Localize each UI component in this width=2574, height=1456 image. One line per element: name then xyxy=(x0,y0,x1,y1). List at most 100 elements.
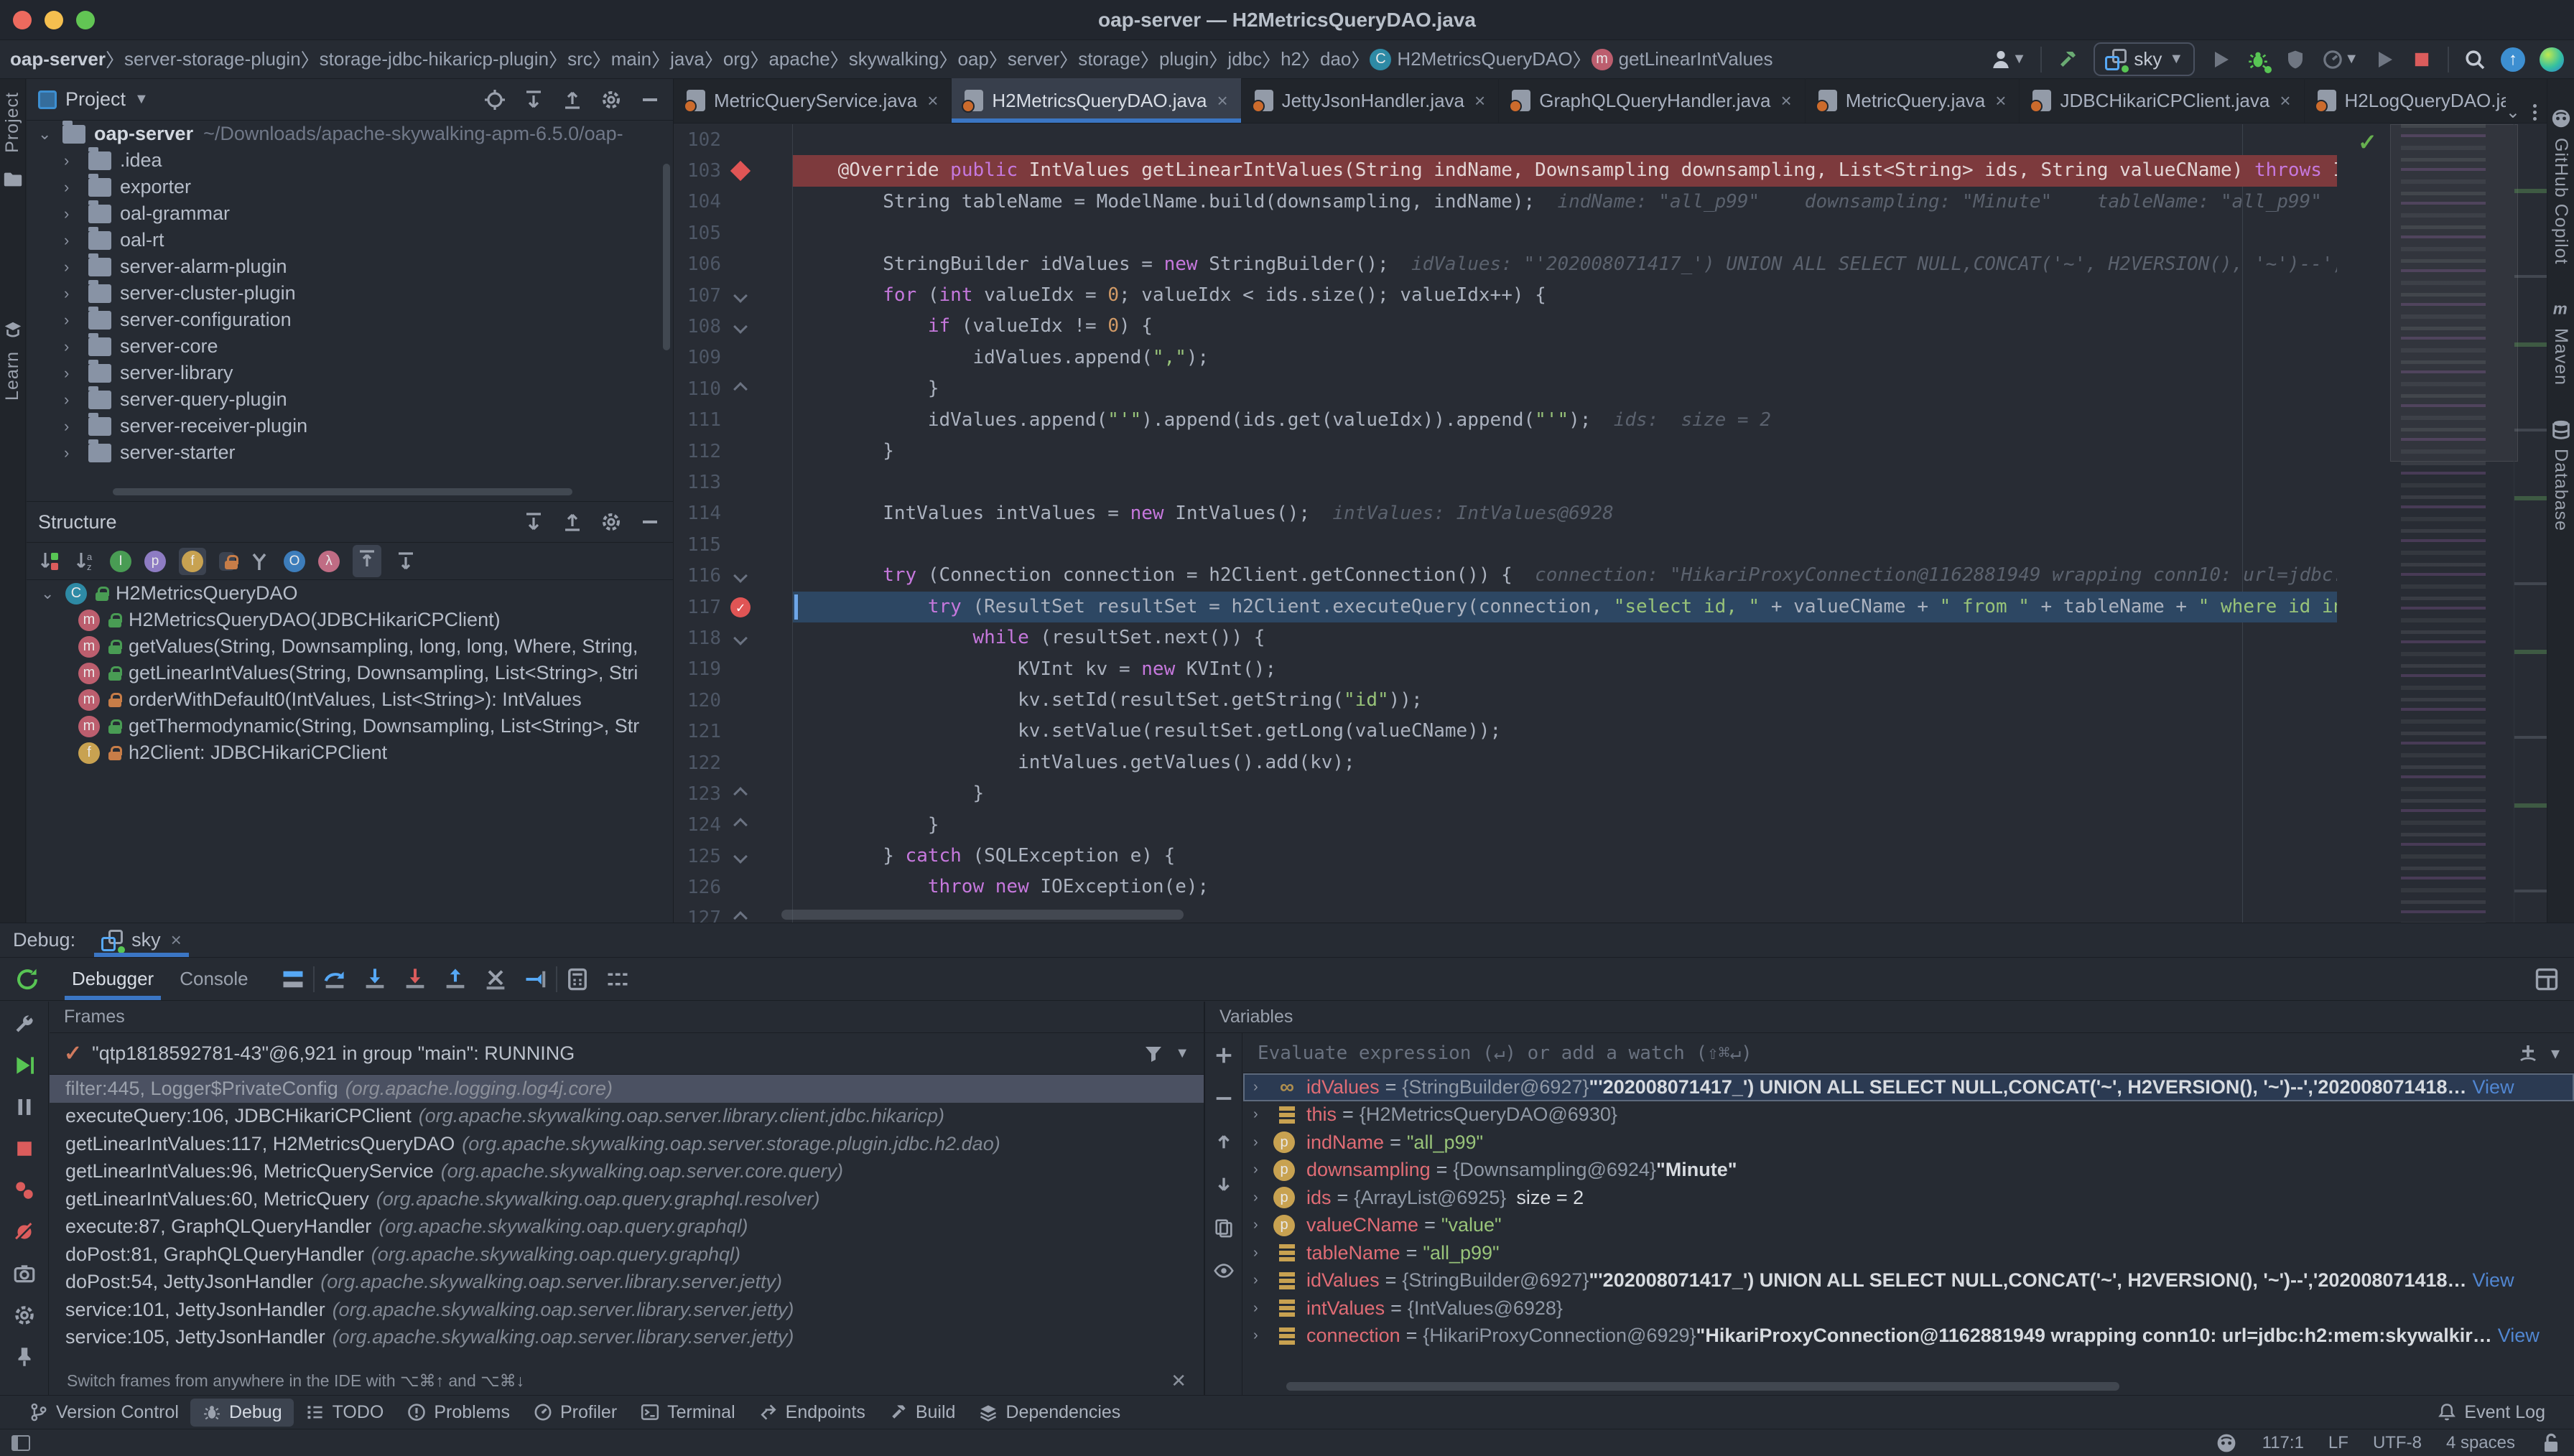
project-tree-item[interactable]: ›oal-grammar xyxy=(27,200,673,227)
breadcrumb-item[interactable]: storage-jdbc-hikaricp-plugin xyxy=(320,48,549,70)
chevron-down-icon[interactable]: ⌄ xyxy=(38,125,62,144)
code-line[interactable]: while (resultSet.next()) { xyxy=(793,622,2337,653)
thread-dump-camera-button[interactable] xyxy=(12,1261,37,1286)
gutter-line[interactable]: 104 xyxy=(674,187,792,218)
layout-icon[interactable] xyxy=(2534,966,2560,992)
gutter-line[interactable]: 102 xyxy=(674,124,792,155)
chevron-right-icon[interactable]: › xyxy=(1253,1217,1275,1233)
project-tree-item[interactable]: ›.idea xyxy=(27,147,673,174)
gear-icon[interactable] xyxy=(600,510,623,533)
variable-row[interactable]: ›pindName="all_p99" xyxy=(1243,1129,2574,1157)
code-line[interactable]: } xyxy=(793,778,2337,809)
variable-row[interactable]: ›pdownsampling={Downsampling@6924} "Minu… xyxy=(1243,1157,2574,1185)
structure-tree-item[interactable]: fh2Client: JDBCHikariCPClient xyxy=(27,739,673,766)
breadcrumb-item[interactable]: java xyxy=(670,48,705,70)
breadcrumb-item[interactable]: plugin xyxy=(1159,48,1209,70)
chevron-right-icon[interactable]: › xyxy=(64,231,88,250)
breadcrumb-item[interactable]: storage xyxy=(1078,48,1140,70)
show-properties-icon[interactable]: p xyxy=(144,551,166,572)
variables-horizontal-scrollbar[interactable] xyxy=(1286,1382,2119,1391)
show-inherited-icon[interactable]: I xyxy=(110,551,131,572)
autoscroll-from-source-icon[interactable] xyxy=(394,550,417,573)
gutter-line[interactable]: 126 xyxy=(674,872,792,902)
tool-stripe-copilot[interactable]: GitHub Copilot xyxy=(2550,108,2572,265)
project-root-row[interactable]: ⌄ oap-server ~/Downloads/apache-skywalki… xyxy=(27,121,673,147)
code-line[interactable] xyxy=(793,529,2337,560)
view-link[interactable]: View xyxy=(2473,1269,2514,1292)
stack-frame-row[interactable]: execute:87, GraphQLQueryHandler(org.apac… xyxy=(50,1213,1204,1241)
stack-frame-row[interactable]: getLinearIntValues:60, MetricQuery(org.a… xyxy=(50,1185,1204,1213)
fold-expanded-icon[interactable] xyxy=(733,289,748,303)
editor-horizontal-scrollbar[interactable] xyxy=(781,910,1184,920)
breadcrumb-item[interactable]: mgetLinearIntValues xyxy=(1592,48,1773,70)
debug-settings-icon[interactable] xyxy=(12,1303,37,1327)
hide-panel-icon[interactable] xyxy=(638,510,661,533)
breadcrumb-item[interactable]: server xyxy=(1008,48,1059,70)
debug-button[interactable] xyxy=(2247,48,2269,71)
close-tab-icon[interactable]: × xyxy=(1781,90,1792,112)
build-hammer-button[interactable] xyxy=(2056,48,2079,71)
breadcrumb-item[interactable]: org xyxy=(723,48,751,70)
step-into-button[interactable] xyxy=(362,966,388,992)
breadcrumb-item[interactable]: apache xyxy=(768,48,830,70)
fold-end-icon[interactable] xyxy=(733,787,748,801)
collapse-all-icon[interactable] xyxy=(561,510,584,533)
structure-root-row[interactable]: ⌄ C H2MetricsQueryDAO xyxy=(27,580,673,607)
drop-frame-button[interactable] xyxy=(483,966,508,992)
stack-frame-row[interactable]: service:101, JettyJsonHandler(org.apache… xyxy=(50,1296,1204,1324)
event-log-button[interactable]: Event Log xyxy=(2425,1399,2557,1427)
line-separator[interactable]: LF xyxy=(2328,1433,2348,1453)
show-watches-eye-icon[interactable] xyxy=(1213,1260,1235,1282)
toolwindow-button-version-control[interactable]: Version Control xyxy=(17,1399,190,1427)
move-down-icon[interactable] xyxy=(1213,1174,1235,1195)
project-tree-item[interactable]: ›server-cluster-plugin xyxy=(27,280,673,307)
code-line[interactable]: idValues.append("'").append(ids.get(valu… xyxy=(793,405,2337,436)
breadcrumb-item[interactable]: src xyxy=(567,48,593,70)
chevron-right-icon[interactable]: › xyxy=(1253,1134,1275,1151)
gutter-line[interactable]: 113 xyxy=(674,467,792,498)
variable-row[interactable]: ›connection={HikariProxyConnection@6929}… xyxy=(1243,1322,2574,1350)
thread-selector[interactable]: ✓ "qtp1818592781-43"@6,921 in group "mai… xyxy=(50,1033,1204,1075)
editor-options-icon[interactable] xyxy=(2533,104,2537,121)
code-line[interactable]: String tableName = ModelName.build(downs… xyxy=(793,187,2337,218)
project-tree-item[interactable]: ›server-core xyxy=(27,333,673,360)
gutter-line[interactable]: 125 xyxy=(674,841,792,872)
gutter-line[interactable]: 106 xyxy=(674,249,792,280)
fold-expanded-icon[interactable] xyxy=(733,849,748,864)
stack-frame-row[interactable]: getLinearIntValues:117, H2MetricsQueryDA… xyxy=(50,1130,1204,1158)
gutter-line[interactable]: 108 xyxy=(674,311,792,342)
chevron-right-icon[interactable]: › xyxy=(64,205,88,223)
breadcrumb-item[interactable]: dao xyxy=(1320,48,1351,70)
tool-stripe-learn[interactable]: Learn xyxy=(2,351,23,401)
step-over-button[interactable] xyxy=(322,966,348,992)
gutter-line[interactable]: 121 xyxy=(674,716,792,747)
fold-expanded-icon[interactable] xyxy=(733,569,748,583)
horizontal-scrollbar[interactable] xyxy=(113,488,572,495)
chevron-right-icon[interactable]: › xyxy=(64,178,88,197)
toggle-toolwindows-icon[interactable] xyxy=(11,1435,30,1451)
stack-frame-row[interactable]: service:105, JettyJsonHandler(org.apache… xyxy=(50,1324,1204,1352)
toolwindow-button-terminal[interactable]: Terminal xyxy=(628,1399,746,1427)
code-line[interactable]: } xyxy=(793,436,2337,467)
code-line[interactable]: @Override public IntValues getLinearIntV… xyxy=(793,155,2337,186)
editor-tab[interactable]: MetricQuery.java× xyxy=(1806,78,2020,123)
sort-by-visibility-icon[interactable] xyxy=(38,550,61,573)
resume-button[interactable] xyxy=(12,1053,37,1078)
chevron-right-icon[interactable]: › xyxy=(64,364,88,383)
code-line[interactable]: if (valueIdx != 0) { xyxy=(793,311,2337,342)
editor-tab[interactable]: H2LogQueryDAO.java× xyxy=(2305,78,2506,123)
chevron-right-icon[interactable]: › xyxy=(1253,1162,1275,1178)
editor-tab[interactable]: JDBCHikariCPClient.java× xyxy=(2020,78,2304,123)
minimap-viewport[interactable] xyxy=(2390,124,2518,462)
stack-frame-row[interactable]: filter:445, Logger$PrivateConfig(org.apa… xyxy=(50,1075,1204,1103)
project-tree-item[interactable]: ›server-library xyxy=(27,360,673,386)
profiler-button[interactable]: ▼ xyxy=(2321,48,2359,71)
toolwindow-button-todo[interactable]: TODO xyxy=(294,1399,396,1427)
view-link[interactable]: View xyxy=(2473,1076,2514,1098)
structure-tree-item[interactable]: morderWithDefault0(IntValues, List<Strin… xyxy=(27,686,673,713)
autoscroll-to-source-icon[interactable] xyxy=(356,548,378,571)
code-line[interactable] xyxy=(793,218,2337,248)
breadcrumb-item[interactable]: main xyxy=(611,48,651,70)
gutter-line[interactable]: 123 xyxy=(674,778,792,809)
tool-stripe-database[interactable]: Database xyxy=(2550,419,2572,531)
